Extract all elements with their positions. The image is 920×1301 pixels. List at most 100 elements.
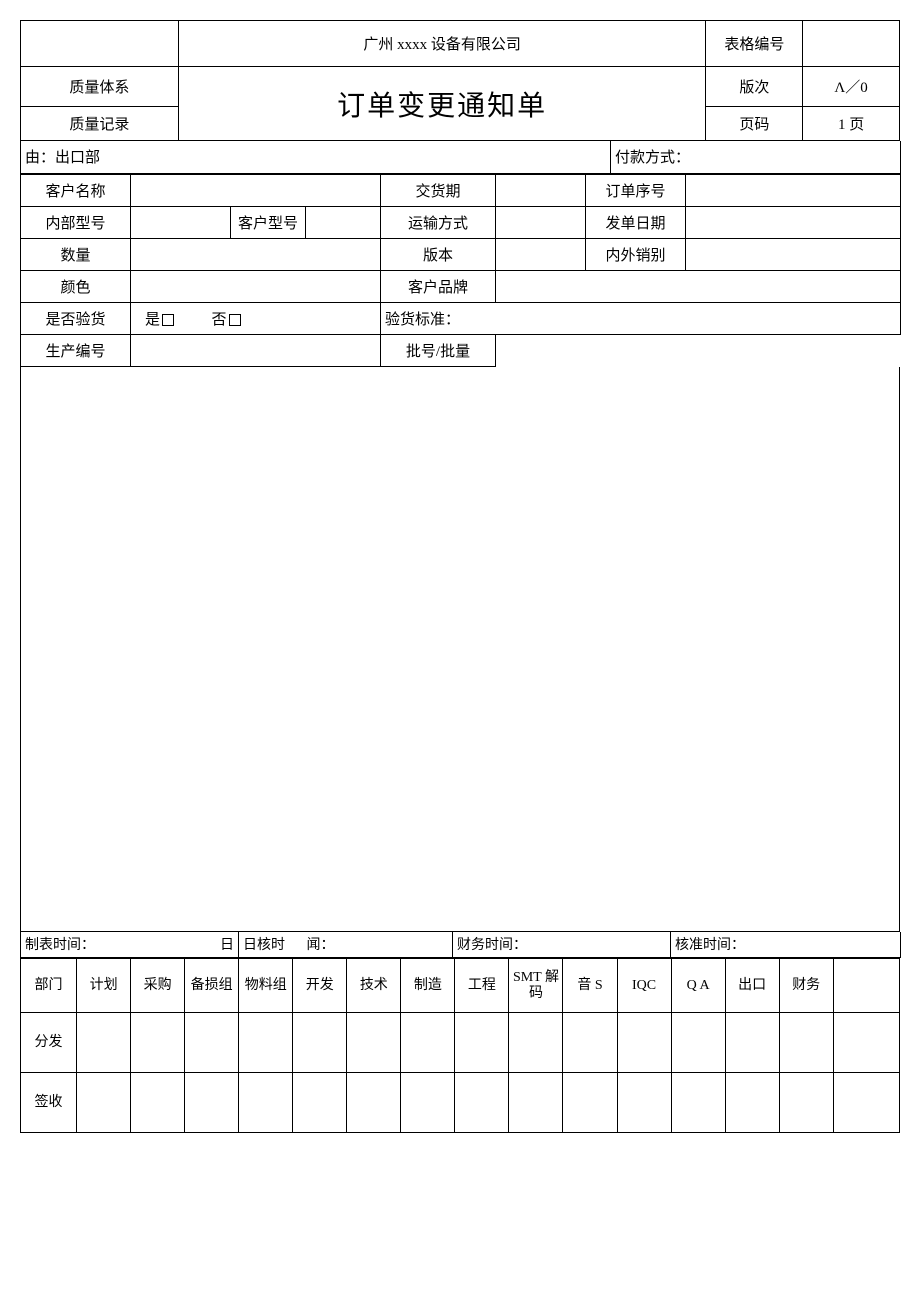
no-label: 否: [212, 312, 227, 328]
internal-model-label: 内部型号: [21, 206, 131, 238]
cell[interactable]: [239, 1013, 293, 1073]
page-value: 1 页: [803, 107, 900, 141]
inspection-standard-label: 验货标准：: [385, 312, 460, 328]
col-qa: Q A: [671, 959, 725, 1013]
issue-date-value[interactable]: [686, 206, 901, 238]
payment-label: 付款方式：: [611, 141, 901, 173]
batch-value[interactable]: [496, 334, 901, 366]
dailycheck-label: 日核时: [239, 932, 303, 958]
batch-label: 批号/批量: [381, 334, 496, 366]
color-label: 颜色: [21, 270, 131, 302]
cell[interactable]: [563, 1073, 617, 1133]
col-eng: 工程: [455, 959, 509, 1013]
cell[interactable]: [779, 1073, 833, 1133]
issue-date-label: 发单日期: [586, 206, 686, 238]
inspection-yesno[interactable]: 是 否: [131, 302, 381, 334]
finance-time-label: 财务时间：: [453, 932, 671, 958]
cust-brand-label: 客户品牌: [381, 270, 496, 302]
from-label: 由：出口部: [21, 141, 611, 173]
cell[interactable]: [617, 1013, 671, 1073]
yes-label: 是: [145, 312, 160, 328]
dom-exp-value[interactable]: [686, 238, 901, 270]
cust-brand-value[interactable]: [496, 270, 901, 302]
order-seq-label: 订单序号: [586, 174, 686, 206]
prod-no-label: 生产编号: [21, 334, 131, 366]
info-table: 客户名称 交货期 订单序号 内部型号 客户型号 运输方式 发单日期 数量 版本 …: [20, 174, 901, 367]
transport-value[interactable]: [496, 206, 586, 238]
cell[interactable]: [131, 1013, 185, 1073]
customer-model-value[interactable]: [306, 206, 381, 238]
inspection-standard[interactable]: 验货标准：: [381, 302, 901, 334]
qty-value[interactable]: [131, 238, 381, 270]
cell[interactable]: [725, 1013, 779, 1073]
col-finance: 财务: [779, 959, 833, 1013]
cell[interactable]: [77, 1013, 131, 1073]
cell[interactable]: [185, 1073, 239, 1133]
transport-label: 运输方式: [381, 206, 496, 238]
cell[interactable]: [833, 1073, 899, 1133]
approve-time-label: 核准时间：: [671, 932, 901, 958]
quality-system-label: 质量体系: [21, 67, 179, 107]
col-tech: 技术: [347, 959, 401, 1013]
delivery-date-label: 交货期: [381, 174, 496, 206]
cell[interactable]: [293, 1013, 347, 1073]
col-spare: 备损组: [185, 959, 239, 1013]
cell[interactable]: [77, 1073, 131, 1133]
cell[interactable]: [239, 1073, 293, 1133]
inspection-label: 是否验货: [21, 302, 131, 334]
qty-label: 数量: [21, 238, 131, 270]
col-smt: SMT 解码: [509, 959, 563, 1013]
order-change-form: 广州 xxxx 设备有限公司 表格编号 质量体系 订单变更通知单 版次 Λ／0 …: [20, 20, 900, 1133]
cell[interactable]: [779, 1013, 833, 1073]
customer-name-label: 客户名称: [21, 174, 131, 206]
cell[interactable]: [455, 1013, 509, 1073]
cell[interactable]: [671, 1013, 725, 1073]
form-title: 订单变更通知单: [178, 67, 706, 141]
form-code-value: [803, 21, 900, 67]
cell[interactable]: [401, 1073, 455, 1133]
cell[interactable]: [509, 1073, 563, 1133]
cell[interactable]: [293, 1073, 347, 1133]
cell[interactable]: [347, 1013, 401, 1073]
page-label: 页码: [706, 107, 803, 141]
yes-checkbox[interactable]: [162, 314, 174, 326]
no-checkbox[interactable]: [229, 314, 241, 326]
version-label: 版次: [706, 67, 803, 107]
col-sound: 音 S: [563, 959, 617, 1013]
cell[interactable]: [455, 1073, 509, 1133]
col-dev: 开发: [293, 959, 347, 1013]
order-seq-value[interactable]: [686, 174, 901, 206]
cell[interactable]: [617, 1073, 671, 1133]
cell[interactable]: [401, 1013, 455, 1073]
col-iqc: IQC: [617, 959, 671, 1013]
meta-row: 由：出口部 付款方式：: [20, 141, 901, 174]
version-info-label: 版本: [381, 238, 496, 270]
header-table: 广州 xxxx 设备有限公司 表格编号 质量体系 订单变更通知单 版次 Λ／0 …: [20, 20, 900, 141]
col-mfg: 制造: [401, 959, 455, 1013]
internal-model-value[interactable]: [131, 206, 231, 238]
col-blank: [833, 959, 899, 1013]
dept-header: 部门: [21, 959, 77, 1013]
col-material: 物料组: [239, 959, 293, 1013]
time-row: 制表时间： 日 日核时 闻： 财务时间： 核准时间：: [20, 932, 901, 959]
delivery-date-value[interactable]: [496, 174, 586, 206]
dailycheck-suffix: 闻：: [303, 932, 453, 958]
cell[interactable]: [347, 1073, 401, 1133]
cell[interactable]: [671, 1073, 725, 1133]
cell[interactable]: [833, 1013, 899, 1073]
col-plan: 计划: [77, 959, 131, 1013]
cell[interactable]: [131, 1073, 185, 1133]
hdr-blank-tl: [21, 21, 179, 67]
company-name: 广州 xxxx 设备有限公司: [178, 21, 706, 67]
content-area[interactable]: [20, 367, 900, 932]
distribution-table: 部门 计划 采购 备损组 物料组 开发 技术 制造 工程 SMT 解码 音 S …: [20, 958, 900, 1133]
cell[interactable]: [563, 1013, 617, 1073]
customer-name-value[interactable]: [131, 174, 381, 206]
cell[interactable]: [185, 1013, 239, 1073]
version-value: Λ／0: [803, 67, 900, 107]
color-value[interactable]: [131, 270, 381, 302]
cell[interactable]: [509, 1013, 563, 1073]
prod-no-value[interactable]: [131, 334, 381, 366]
version-info-value[interactable]: [496, 238, 586, 270]
cell[interactable]: [725, 1073, 779, 1133]
